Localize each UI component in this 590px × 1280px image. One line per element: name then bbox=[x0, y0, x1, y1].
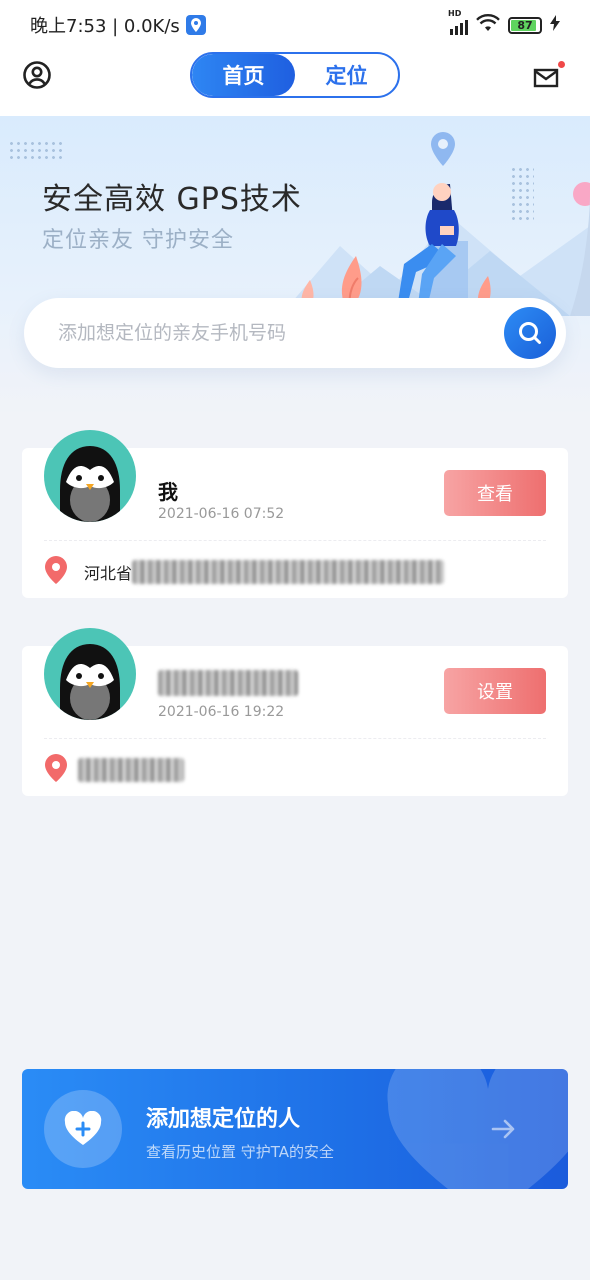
avatar bbox=[44, 430, 136, 522]
search-icon bbox=[519, 322, 541, 344]
contact-location: 河北省 bbox=[84, 560, 445, 584]
contact-card: 2021-06-16 19:22 设置 bbox=[22, 628, 568, 796]
unread-dot bbox=[558, 61, 565, 68]
search-button[interactable] bbox=[504, 307, 556, 359]
network-type-label: HD bbox=[448, 9, 462, 18]
cta-title: 添加想定位的人 bbox=[146, 1107, 301, 1132]
signal-icon: HD bbox=[448, 9, 468, 35]
location-pin-icon bbox=[45, 556, 67, 584]
charging-icon bbox=[550, 14, 560, 36]
view-button[interactable]: 查看 bbox=[444, 470, 546, 516]
location-text: 河北省 bbox=[84, 564, 133, 583]
tab-home[interactable]: 首页 bbox=[192, 54, 295, 96]
cta-subtitle: 查看历史位置 守护TA的安全 bbox=[146, 1143, 335, 1161]
banner-title: 安全高效 GPS技术 bbox=[42, 182, 302, 217]
divider bbox=[44, 540, 546, 541]
contact-name: 我 bbox=[158, 480, 178, 504]
decor-dots bbox=[8, 140, 64, 162]
heart-decoration bbox=[387, 1069, 568, 1189]
heart-plus-icon bbox=[44, 1090, 122, 1168]
contact-name bbox=[158, 670, 298, 701]
mail-icon[interactable] bbox=[532, 61, 565, 92]
profile-icon[interactable] bbox=[22, 60, 52, 90]
redacted-address bbox=[78, 758, 184, 782]
phone-search-input[interactable] bbox=[24, 298, 494, 368]
divider bbox=[44, 738, 546, 739]
battery-icon: 87 bbox=[508, 16, 542, 34]
contact-card: 我 2021-06-16 07:52 查看 河北省 bbox=[22, 430, 568, 598]
app-notification-icon bbox=[185, 15, 206, 35]
main-tab-switch: 首页 定位 bbox=[190, 52, 400, 98]
battery-level: 87 bbox=[517, 18, 533, 32]
tab-location[interactable]: 定位 bbox=[295, 54, 398, 96]
location-pin-icon bbox=[45, 754, 67, 782]
redacted-address bbox=[132, 560, 445, 584]
search-bar bbox=[24, 298, 566, 368]
wifi-icon bbox=[476, 13, 500, 37]
banner-subtitle: 定位亲友 守护安全 bbox=[42, 228, 234, 253]
add-person-banner[interactable]: 添加想定位的人 查看历史位置 守护TA的安全 bbox=[22, 1069, 568, 1189]
top-nav: 首页 定位 bbox=[0, 50, 590, 116]
avatar bbox=[44, 628, 136, 720]
contact-location bbox=[78, 758, 184, 782]
settings-button[interactable]: 设置 bbox=[444, 668, 546, 714]
redacted-name bbox=[158, 670, 298, 696]
hero-banner: 安全高效 GPS技术 定位亲友 守护安全 bbox=[0, 116, 590, 416]
status-time: 晚上7:53 | 0.0K/s bbox=[30, 16, 180, 37]
contact-time: 2021-06-16 07:52 bbox=[158, 506, 285, 522]
status-bar: 晚上7:53 | 0.0K/s HD 87 bbox=[0, 0, 590, 50]
arrow-right-icon bbox=[491, 1119, 515, 1139]
woman-on-phone-illustration bbox=[280, 132, 590, 316]
contact-time: 2021-06-16 19:22 bbox=[158, 704, 285, 720]
